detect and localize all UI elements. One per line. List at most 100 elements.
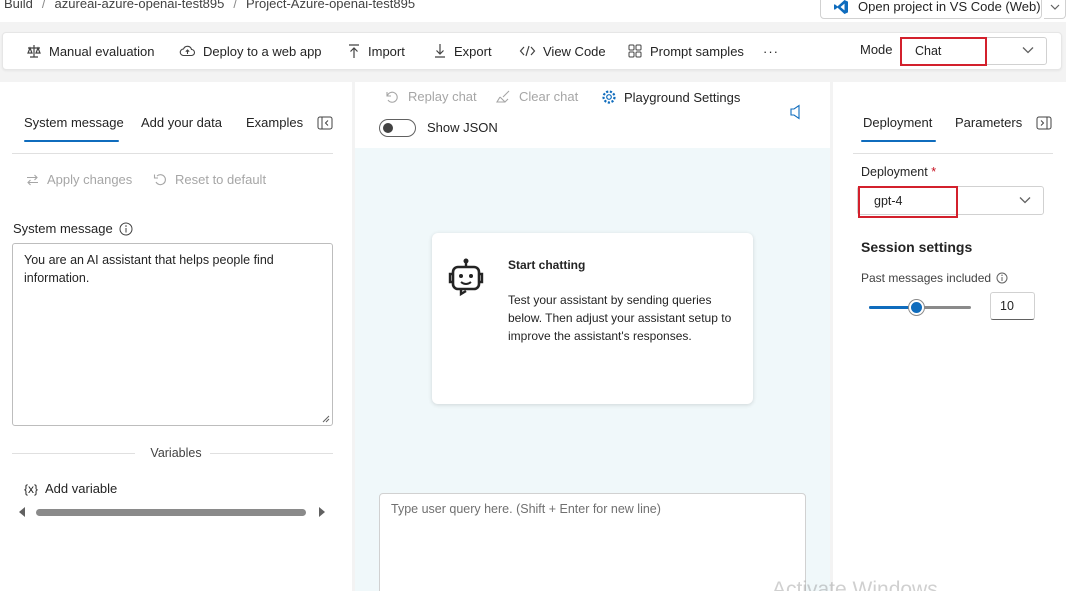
collapse-panel-icon[interactable] [1036,116,1052,130]
import-label: Import [368,43,405,59]
tab-deployment[interactable]: Deployment [863,115,932,130]
prompt-samples-label: Prompt samples [650,43,744,59]
card-title: Start chatting [508,258,586,272]
scroll-left-icon[interactable] [18,507,26,517]
collapse-panel-icon[interactable] [317,116,333,130]
user-query-input[interactable]: Type user query here. (Shift + Enter for… [379,493,806,591]
scroll-right-icon[interactable] [318,507,326,517]
info-icon[interactable] [996,272,1008,284]
right-panel: Deployment Parameters Deployment * gpt-4… [833,82,1066,591]
export-icon [435,44,445,58]
chat-panel: Replay chat Clear chat Playground Settin… [355,82,830,591]
deployment-value: gpt-4 [874,193,903,208]
system-message-textarea[interactable]: You are an AI assistant that helps peopl… [12,243,333,426]
info-icon[interactable] [119,222,133,236]
manual-evaluation-button[interactable]: Manual evaluation [26,33,155,69]
system-message-label-text: System message [13,221,113,236]
chevron-down-icon [1019,197,1031,204]
speaker-icon[interactable] [789,104,801,120]
view-code-button[interactable]: View Code [519,33,606,69]
divider [853,153,1053,154]
manual-evaluation-label: Manual evaluation [49,43,155,59]
replay-icon [386,91,398,103]
show-json-toggle[interactable] [379,119,416,137]
chat-toolbar: Replay chat Clear chat Playground Settin… [355,82,830,148]
activate-windows-watermark: Activate Windows [772,578,938,591]
scrollbar-thumb[interactable] [36,509,306,516]
tab-examples[interactable]: Examples [246,115,303,130]
export-label: Export [454,43,492,59]
system-message-label: System message [13,221,133,236]
view-code-label: View Code [543,43,606,59]
show-json-label: Show JSON [427,120,498,135]
breadcrumb-project[interactable]: Project-Azure-openai-test895 [246,0,415,10]
left-panel: System message Add your data Examples Ap… [0,82,352,591]
breadcrumb-build[interactable]: Build [4,0,33,10]
breadcrumb-separator: / [233,0,237,11]
deployment-label: Deployment * [861,165,936,179]
horizontal-scrollbar[interactable] [18,506,328,518]
required-indicator: * [931,165,937,179]
resize-handle-icon[interactable] [322,415,330,423]
vscode-more-button[interactable] [1044,0,1066,19]
playground-settings-label: Playground Settings [624,89,741,105]
active-tab-indicator [24,140,119,142]
add-variable-label: Add variable [45,481,118,496]
past-messages-label-text: Past messages included [861,271,992,285]
system-message-text: You are an AI assistant that helps peopl… [24,253,274,285]
replay-chat-label: Replay chat [408,89,477,104]
toggle-knob [383,123,393,133]
toolbar: Manual evaluation Deploy to a web app Im… [2,32,1062,70]
apply-changes-label: Apply changes [47,172,133,187]
slider-thumb[interactable] [908,300,924,315]
divider [12,153,333,154]
swap-icon [27,174,38,185]
deployment-dropdown[interactable]: gpt-4 [857,186,1044,215]
query-placeholder: Type user query here. (Shift + Enter for… [391,502,661,516]
past-messages-value: 10 [1000,299,1014,313]
prompt-samples-button[interactable]: Prompt samples [627,33,744,69]
playground-settings-button[interactable]: Playground Settings [601,89,740,105]
deployment-label-text: Deployment [861,165,928,179]
deploy-web-app-button[interactable]: Deploy to a web app [179,33,322,69]
active-tab-indicator [861,140,936,142]
cloud-upload-icon [179,45,195,57]
open-vscode-button[interactable]: Open project in VS Code (Web) [820,0,1042,19]
undo-icon [153,173,166,185]
replay-chat-button[interactable]: Replay chat [384,89,477,104]
apply-changes-button[interactable]: Apply changes [25,172,132,187]
bot-icon [448,258,484,297]
mode-dropdown[interactable]: Chat [901,37,1047,65]
breadcrumb-separator: / [41,0,46,11]
variables-heading: Variables [150,446,202,460]
scale-icon [27,45,41,58]
session-settings-heading: Session settings [861,239,973,255]
import-button[interactable]: Import [347,33,405,69]
export-button[interactable]: Export [433,33,492,69]
vscode-icon [834,0,848,14]
add-variable-button[interactable]: {x} Add variable [24,481,117,496]
gear-icon [602,90,616,104]
reset-default-button[interactable]: Reset to default [153,172,266,187]
clear-chat-button[interactable]: Clear chat [496,89,578,104]
tab-parameters[interactable]: Parameters [955,115,1022,130]
reset-default-label: Reset to default [175,172,267,187]
grid-icon [628,44,642,58]
chevron-down-icon [1050,4,1059,10]
tab-system-message[interactable]: System message [24,115,124,130]
chevron-down-icon [1022,47,1034,54]
import-icon [349,44,359,58]
deploy-label: Deploy to a web app [203,43,322,59]
breadcrumb-hub[interactable]: azureai-azure-openai-test895 [55,0,225,10]
broom-icon [496,90,510,103]
open-vscode-label: Open project in VS Code (Web) [858,0,1041,14]
past-messages-input[interactable]: 10 [990,292,1035,320]
tab-add-your-data[interactable]: Add your data [141,115,222,130]
mode-label: Mode [860,42,893,57]
variable-icon: {x} [24,481,39,496]
mode-value: Chat [915,44,942,58]
more-options-button[interactable]: ··· [763,33,779,69]
past-messages-slider[interactable] [869,300,971,315]
card-body: Test your assistant by sending queries b… [508,293,732,343]
start-chatting-card: Start chatting Test your assistant by se… [432,233,753,404]
